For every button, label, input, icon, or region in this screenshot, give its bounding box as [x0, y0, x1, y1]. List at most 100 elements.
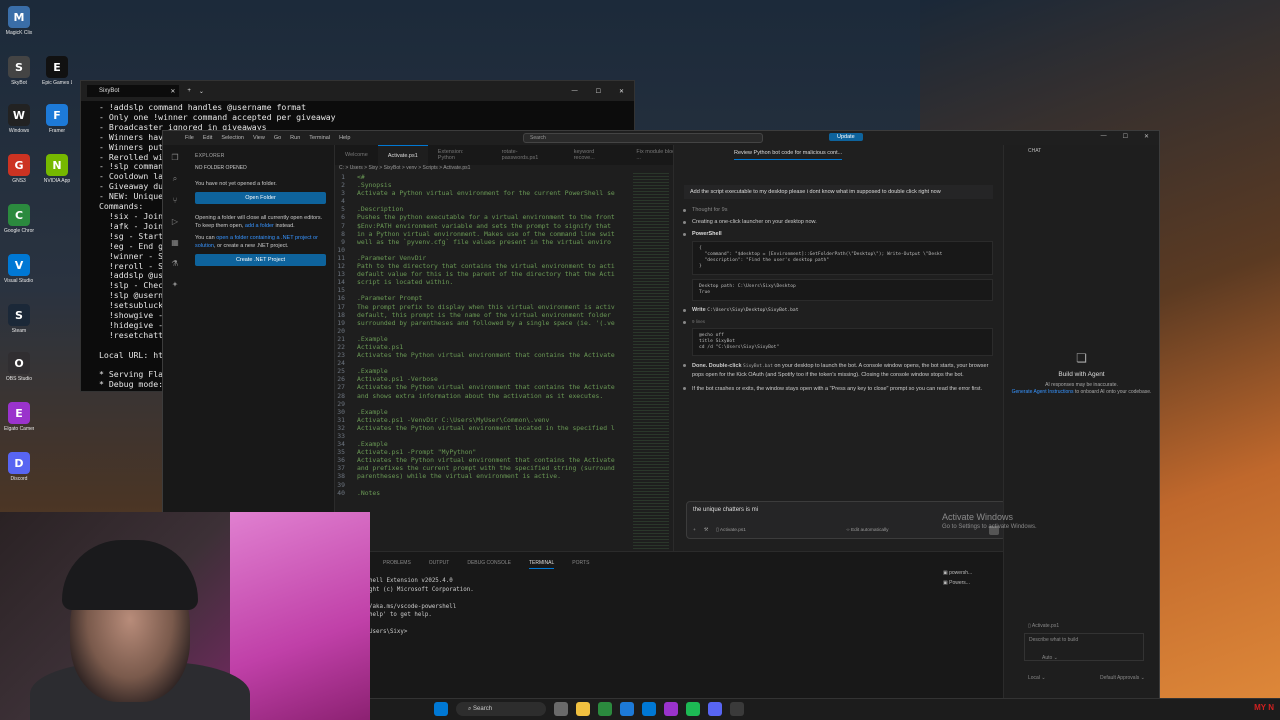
code-line[interactable]: 40 .Notes [335, 489, 633, 497]
thought-indicator[interactable]: Thought for 9s [683, 207, 993, 213]
editor-tab[interactable]: keyword recove... [564, 145, 627, 165]
code-editor[interactable]: 1 <# 2 .Synopsis 3 Activate a Python virtual … [335, 173, 633, 549]
desktop-icon-steam[interactable]: S Steam [4, 304, 34, 334]
panel-tab-terminal[interactable]: TERMINAL [528, 560, 555, 569]
minimize-icon[interactable]: — [572, 88, 578, 95]
code-line[interactable]: 17 The prompt prefix to display when this… [335, 303, 633, 311]
editor-tab[interactable]: rotate-passwords.ps1 [492, 145, 564, 165]
code-line[interactable]: 36 Activates the Python virtual environme… [335, 456, 633, 464]
run-debug-icon[interactable]: ▷ [172, 217, 178, 226]
create-dotnet-project-button[interactable]: Create .NET Project [195, 254, 326, 266]
code-line[interactable]: 5 .Description [335, 205, 633, 213]
tool-powershell-label[interactable]: PowerShell [683, 231, 993, 237]
extensions-icon[interactable]: ▦ [171, 238, 179, 247]
menu-view[interactable]: View [253, 135, 265, 141]
tool-write-label[interactable]: Write C:\Users\Sixy\Desktop\SixyBot.bat [683, 307, 993, 313]
add-folder-link[interactable]: add a folder [245, 223, 274, 229]
edge-taskbar-icon[interactable] [620, 702, 634, 716]
terminal-tab[interactable]: SixyBot ✕ [87, 85, 180, 97]
search-icon[interactable]: ⌕ [173, 174, 177, 184]
desktop-icon-chrome[interactable]: CGoogle Chrome [4, 204, 34, 234]
code-line[interactable]: 6 Pushes the python executable for a virt… [335, 213, 633, 221]
desktop-icon-framer[interactable]: F Framer [42, 104, 72, 134]
code-line[interactable]: 19 surrounded by parentheses and followed… [335, 319, 633, 327]
panel-tab-problems[interactable]: PROBLEMS [383, 560, 411, 569]
agent-icon[interactable]: ✦ [172, 280, 179, 289]
code-line[interactable]: 18 default, this prompt is the name of th… [335, 311, 633, 319]
maximize-icon[interactable]: ☐ [1123, 133, 1128, 140]
taskbar-search[interactable]: ⌕ Search [456, 702, 546, 716]
code-line[interactable]: 7 $Env:PATH environment variable and sets… [335, 222, 633, 230]
agent-model-dropdown[interactable]: Auto ⌄ [1042, 655, 1058, 661]
code-line[interactable]: 14 script is located within. [335, 278, 633, 286]
code-line[interactable]: 8 in a Python virtual environment. Makes … [335, 230, 633, 238]
add-context-icon[interactable]: + [693, 528, 696, 533]
minimap[interactable] [633, 173, 669, 549]
desktop-icon-vscode[interactable]: VVisual Studio Code [4, 254, 34, 284]
code-line[interactable]: 20 [335, 327, 633, 335]
terminal-taskbar-icon[interactable] [730, 702, 744, 716]
desktop-icon-discord[interactable]: D Discord [4, 452, 34, 482]
chrome-taskbar-icon[interactable] [598, 702, 612, 716]
attached-file[interactable]: ▯ Activate.ps1 [716, 528, 746, 533]
menu-help[interactable]: Help [339, 135, 350, 141]
code-line[interactable]: 39 [335, 481, 633, 489]
code-line[interactable]: 13 default value for this is the parent o… [335, 270, 633, 278]
terminal-session-1[interactable]: ▣ powersh... [943, 570, 999, 576]
menu-file[interactable]: File [185, 135, 194, 141]
code-line[interactable]: 38 parentheses) while the virtual environ… [335, 472, 633, 480]
agent-attached-file[interactable]: ▯ Activate.ps1 [1028, 623, 1059, 629]
code-line[interactable]: 15 [335, 286, 633, 294]
editor-tab[interactable]: Welcome [335, 145, 378, 165]
code-line[interactable]: 22 Activate.ps1 [335, 343, 633, 351]
code-line[interactable]: 32 Activates the Python virtual environme… [335, 424, 633, 432]
command-search[interactable]: Search [523, 133, 763, 143]
desktop-icon-magick[interactable]: M MagicK Clix [4, 6, 34, 36]
code-line[interactable]: 29 [335, 400, 633, 408]
panel-tab-debug-console[interactable]: DEBUG CONSOLE [467, 560, 511, 569]
desktop-icon-obs[interactable]: O OBS Studio [4, 352, 34, 382]
code-line[interactable]: 23 Activates the Python virtual environme… [335, 351, 633, 359]
menu-run[interactable]: Run [290, 135, 300, 141]
code-line[interactable]: 31 Activate.ps1 -VenvDir C:\Users\MyUser\… [335, 416, 633, 424]
menu-edit[interactable]: Edit [203, 135, 212, 141]
update-button[interactable]: Update [829, 133, 863, 141]
chat-session-tab[interactable]: Review Python bot code for malicious con… [734, 150, 843, 160]
source-control-icon[interactable]: ⑂ [173, 196, 178, 205]
code-line[interactable]: 2 .Synopsis [335, 181, 633, 189]
minimize-icon[interactable]: — [1101, 133, 1107, 140]
terminal-session-2[interactable]: ▣ Powers... [943, 580, 999, 586]
panel-tab-ports[interactable]: PORTS [572, 560, 589, 569]
code-line[interactable]: 3 Activate a Python virtual environment f… [335, 189, 633, 197]
code-line[interactable]: 27 Activates the Python virtual environme… [335, 383, 633, 391]
agent-local-dropdown[interactable]: Local ⌄ [1028, 675, 1046, 681]
close-window-icon[interactable]: ✕ [1144, 133, 1149, 140]
editor-tab[interactable]: Activate.ps1 [377, 145, 428, 165]
close-window-icon[interactable]: ✕ [619, 88, 624, 95]
testing-icon[interactable]: ⚗ [171, 259, 178, 268]
terminal-panel-output[interactable]: hell Extension v2025.4.0 ght (c) Microso… [335, 569, 1003, 637]
desktop-icon-skybot[interactable]: S SkyBot [4, 56, 34, 86]
code-line[interactable]: 16 .Parameter Prompt [335, 294, 633, 302]
code-line[interactable]: 4 [335, 197, 633, 205]
edit-mode-dropdown[interactable]: ‹› Edit automatically [846, 528, 888, 533]
explorer-section[interactable]: NO FOLDER OPENED [195, 165, 326, 171]
code-line[interactable]: 37 and prefixes the current prompt with t… [335, 464, 633, 472]
code-line[interactable]: 26 Activate.ps1 -Verbose [335, 375, 633, 383]
menu-go[interactable]: Go [274, 135, 281, 141]
menu-terminal[interactable]: Terminal [309, 135, 330, 141]
editor-tab[interactable]: Extension: Python [428, 145, 492, 165]
chevron-down-icon[interactable]: ⌄ [199, 88, 204, 95]
code-line[interactable]: 11 .Parameter VenvDir [335, 254, 633, 262]
code-line[interactable]: 34 .Example [335, 440, 633, 448]
elgato-taskbar-icon[interactable] [664, 702, 678, 716]
code-line[interactable]: 1 <# [335, 173, 633, 181]
code-line[interactable]: 24 [335, 359, 633, 367]
spotify-taskbar-icon[interactable] [686, 702, 700, 716]
file-explorer-icon[interactable] [576, 702, 590, 716]
open-folder-button[interactable]: Open Folder [195, 192, 326, 204]
desktop-icon-epic[interactable]: EEpic Games Launcher [42, 56, 72, 86]
code-line[interactable]: 21 .Example [335, 335, 633, 343]
explorer-icon[interactable]: ❐ [171, 153, 178, 162]
vscode-taskbar-icon[interactable] [642, 702, 656, 716]
